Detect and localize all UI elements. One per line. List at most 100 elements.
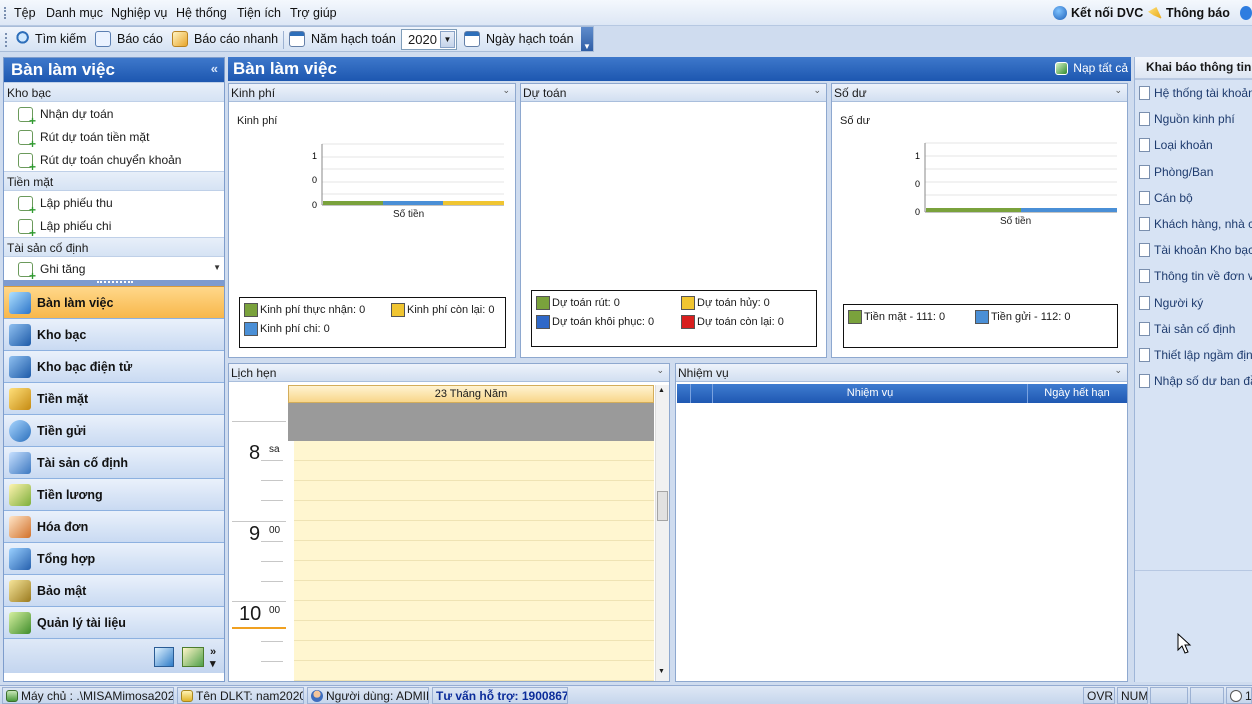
chat-icon[interactable] [1240,6,1252,20]
nav-desk[interactable]: Bàn làm việc [4,286,224,318]
search-button[interactable]: Tìm kiếm [13,31,86,47]
left-item-receive-estimate[interactable]: Nhận dự toán [4,102,224,128]
nav-invoice[interactable]: Hóa đơn [4,510,224,542]
toolbar-overflow-icon[interactable]: ▼ [581,27,593,51]
balance-tick-1: 1 [915,151,920,161]
right-panel-list: Hệ thống tài khoản Nguồn kinh phí Loại k… [1135,79,1252,571]
legend-swatch [536,315,550,329]
status-database: Tên DLKT: nam2020 [177,687,304,704]
right-item-category[interactable]: Loại khoản [1135,134,1252,160]
quick-report-icon [172,31,188,47]
menu-tools[interactable]: Tiện ích [237,6,281,20]
collapse-icon[interactable]: « [211,61,218,76]
summary-icon [9,547,31,570]
calendar-allday-area[interactable] [288,403,654,441]
nav-security[interactable]: Bảo mật [4,574,224,606]
calendar-day-header[interactable]: 23 Tháng Năm [288,385,654,403]
add-doc-icon [18,219,36,240]
nav-cash[interactable]: Tiền mặt [4,382,224,414]
report-button[interactable]: Báo cáo [95,31,163,47]
nav-treasury[interactable]: Kho bạc [4,318,224,350]
right-item-signer[interactable]: Người ký [1135,292,1252,318]
chevron-down-icon[interactable]: ▼ [440,31,455,48]
document-icon [1139,374,1150,389]
fiscal-year-label: Năm hạch toán [289,31,396,47]
nav-deposit[interactable]: Tiền gửi [4,414,224,446]
quick-report-button[interactable]: Báo cáo nhanh [172,31,278,47]
tasks-col-flag[interactable] [691,384,713,403]
left-item-increase[interactable]: Ghi tăng ▼ [4,257,224,283]
posting-date-button[interactable]: Ngày hạch toán [464,31,574,47]
add-doc-icon [18,130,36,151]
menu-file[interactable]: Tệp [14,6,36,20]
chevron-down-icon[interactable]: ⌄ [1114,85,1122,96]
right-item-customers[interactable]: Khách hàng, nhà cu [1135,213,1252,239]
scroll-down-icon[interactable]: ▼ [213,263,221,272]
chevron-down-icon[interactable]: ⌄ [502,85,510,96]
nav-documents[interactable]: Quản lý tài liệu [4,606,224,638]
legend-item: Dự toán còn lại: 0 [681,315,784,329]
settings-doc-icon[interactable] [182,647,204,667]
right-item-staff[interactable]: Cán bộ [1135,187,1252,213]
legend-item: Tiền mặt - 111: 0 [848,310,945,324]
menu-operations[interactable]: Nghiệp vụ [111,6,167,20]
add-doc-icon [18,107,36,128]
right-item-opening-balance[interactable]: Nhập số dư ban đầu [1135,370,1252,396]
menu-system[interactable]: Hệ thống [176,6,227,20]
nav-salary[interactable]: Tiền lương [4,478,224,510]
notification-button[interactable]: Thông báo [1148,6,1230,20]
right-item-funding-source[interactable]: Nguồn kinh phí [1135,108,1252,134]
calendar-scrollbar[interactable]: ▲ ▼ [655,385,669,681]
left-item-receipt[interactable]: Lập phiếu thu [4,191,224,217]
scroll-down-icon[interactable]: ▼ [658,668,665,675]
fiscal-year-select[interactable]: 2020 ▼ [401,29,457,50]
chevron-down-icon[interactable]: ⌄ [1114,365,1122,376]
tasks-col-due[interactable]: Ngày hết hạn [1027,387,1127,399]
balance-bar-deposit [1021,208,1117,212]
left-item-withdraw-transfer[interactable]: Rút dự toán chuyển khoản [4,148,224,174]
tasks-col-task[interactable]: Nhiệm vụ [713,387,1027,399]
menu-help[interactable]: Trợ giúp [290,6,337,20]
report-icon [95,31,111,47]
workspace-header: Bàn làm việc Nạp tất cả [228,57,1131,81]
document-icon [1139,190,1150,205]
nav-e-treasury[interactable]: Kho bạc điện tử [4,350,224,382]
splitter-handle[interactable] [4,280,224,286]
tasks-col-select[interactable] [677,384,691,403]
right-item-fixed-assets[interactable]: Tài sản cố định [1135,318,1252,344]
widget-tasks: Nhiệm vụ ⌄ Nhiệm vụ Ngày hết hạn [675,363,1128,682]
left-panel-title: Bàn làm việc « [4,58,224,82]
legend-swatch [536,296,550,310]
clipboard-icon[interactable] [154,647,174,667]
key-icon [9,579,31,602]
right-item-department[interactable]: Phòng/Ban [1135,161,1252,187]
left-item-withdraw-cash[interactable]: Rút dự toán tiền mặt [4,125,224,151]
right-item-treasury-account[interactable]: Tài khoản Kho bạc [1135,239,1252,265]
left-item-payment[interactable]: Lập phiếu chi [4,214,224,240]
nav-summary[interactable]: Tổng hợp [4,542,224,574]
refresh-all-button[interactable]: Nạp tất cả [1055,61,1128,75]
widget-funding: Kinh phí ⌄ Kinh phí 1 0 0 Số tiền Kinh ph… [228,83,516,358]
scroll-thumb[interactable] [657,491,668,521]
more-icon[interactable]: » ▾ [210,647,216,670]
search-icon [13,31,29,47]
nav-fixed-assets[interactable]: Tài sản cố định [4,446,224,478]
balance-tick-3: 0 [915,207,920,217]
widget-balance-title: Số dư ⌄ [832,84,1127,102]
balance-bar-cash [926,208,1021,212]
right-item-unit-info[interactable]: Thông tin về đơn vị [1135,265,1252,291]
right-item-accounts[interactable]: Hệ thống tài khoản [1135,82,1252,108]
chevron-down-icon[interactable]: ⌄ [656,365,664,376]
chevron-down-icon[interactable]: ⌄ [813,85,821,96]
right-item-defaults[interactable]: Thiết lập ngầm định [1135,344,1252,370]
bank-icon [9,323,31,346]
menu-catalog[interactable]: Danh mục [46,6,103,20]
connect-dvc-button[interactable]: Kết nối DVC [1053,6,1143,20]
database-icon [181,690,193,702]
document-icon [1139,321,1150,336]
estimate-legend: Dự toán rút: 0 Dự toán hủy: 0 Dự toán kh… [531,290,817,347]
funding-tick-2: 0 [312,175,317,185]
widget-estimate-title: Dự toán ⌄ [521,84,826,102]
scroll-up-icon[interactable]: ▲ [658,387,665,394]
calendar-day-grid[interactable] [288,441,654,681]
